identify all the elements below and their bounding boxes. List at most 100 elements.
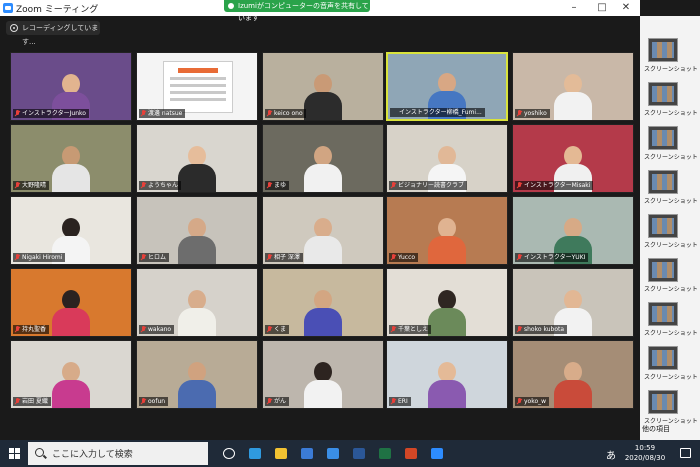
mic-muted-icon <box>267 182 272 189</box>
share-banner[interactable]: Izumiがコンピューターの音声を共有しています <box>224 0 370 22</box>
participant-name-text: ERI <box>398 398 408 405</box>
explorer-glyph <box>275 448 287 459</box>
edge-icon[interactable] <box>244 444 266 463</box>
participant-name-text: がん <box>274 398 287 405</box>
participant-tile[interactable]: yoshiko <box>512 52 634 121</box>
participant-name: oofun <box>139 397 169 406</box>
participant-tile[interactable]: がん <box>262 340 384 409</box>
participant-tile[interactable]: Nigaki Hiromi <box>10 196 132 265</box>
participant-figure <box>304 146 342 192</box>
participant-tile[interactable]: 大野隆晴 <box>10 124 132 193</box>
desktop-file-label: スクリーンショット <box>644 154 698 161</box>
participant-tile[interactable]: ようちゃん <box>136 124 258 193</box>
participant-figure <box>304 362 342 408</box>
mail-icon[interactable] <box>322 444 344 463</box>
participant-tile[interactable]: まゆ <box>262 124 384 193</box>
taskbar-search[interactable]: ここに入力して検索 <box>28 442 208 465</box>
word-icon[interactable] <box>348 444 370 463</box>
mic-muted-icon <box>15 398 20 405</box>
participant-name-text: oofun <box>148 398 166 405</box>
clock[interactable]: 10:59 2020/08/30 <box>620 443 670 463</box>
participant-name-text: ようちゃん <box>148 182 179 189</box>
participant-figure <box>554 74 592 120</box>
desktop-screenshot-file[interactable]: スクリーンショット <box>642 126 698 166</box>
task-view-icon[interactable] <box>218 444 240 463</box>
desktop-screenshot-file[interactable]: スクリーンショット <box>642 82 698 122</box>
recording-indicator[interactable]: レコーディングしています... <box>6 21 100 46</box>
zoom-icon[interactable] <box>426 444 448 463</box>
powerpoint-icon[interactable] <box>400 444 422 463</box>
clock-date: 2020/08/30 <box>624 454 666 462</box>
participant-tile[interactable]: wakano <box>136 268 258 337</box>
participant-name: yoko_w <box>515 397 550 406</box>
start-button[interactable] <box>0 440 28 467</box>
ime-indicator[interactable]: あ <box>606 447 616 467</box>
participant-name: くま <box>265 325 290 334</box>
participant-tile[interactable]: keico ono <box>262 52 384 121</box>
close-button[interactable]: ✕ <box>612 0 640 16</box>
participant-tile[interactable]: shoko kubota <box>512 268 634 337</box>
participant-tile[interactable]: 相子 深澤 <box>262 196 384 265</box>
desktop-screenshot-file[interactable]: スクリーンショット <box>642 38 698 78</box>
participant-tile[interactable]: インストラクター柳橋_Fumi... <box>386 52 508 121</box>
edge-glyph <box>249 448 261 459</box>
desktop-screenshot-file[interactable]: スクリーンショット <box>642 302 698 342</box>
participant-tile[interactable]: ERI <box>386 340 508 409</box>
image-file-icon <box>648 302 678 326</box>
participant-tile[interactable]: インストラクターYUKI <box>512 196 634 265</box>
desktop-screenshot-file[interactable]: スクリーンショット <box>642 258 698 298</box>
mic-muted-icon <box>141 398 146 405</box>
desktop-screenshot-file[interactable]: スクリーンショット <box>642 170 698 210</box>
store-glyph <box>301 448 313 459</box>
image-file-icon <box>648 170 678 194</box>
word-glyph <box>353 448 365 459</box>
participant-tile[interactable]: くま <box>262 268 384 337</box>
participant-figure <box>52 290 90 336</box>
image-file-icon <box>648 390 678 414</box>
powerpoint-glyph <box>405 448 417 459</box>
mic-muted-icon <box>391 254 396 261</box>
mic-muted-icon <box>141 182 146 189</box>
participant-name-text: Nigaki Hiromi <box>22 254 63 261</box>
participant-figure <box>554 362 592 408</box>
explorer-icon[interactable] <box>270 444 292 463</box>
participant-tile[interactable]: 岩田 夏織 <box>10 340 132 409</box>
participant-tile[interactable]: 持丸聖香 <box>10 268 132 337</box>
desktop-more-items[interactable]: 他の項目 <box>642 424 670 434</box>
image-file-icon <box>648 214 678 238</box>
participant-name: ERI <box>389 397 411 406</box>
desktop-file-label: スクリーンショット <box>644 66 698 73</box>
desktop-file-label: スクリーンショット <box>644 110 698 117</box>
mic-muted-icon <box>391 182 396 189</box>
participant-name: インストラクター柳橋_Fumi... <box>390 108 485 117</box>
mic-muted-icon <box>141 254 146 261</box>
participant-name-text: wakano <box>148 326 172 333</box>
participant-tile[interactable]: ヒロム <box>136 196 258 265</box>
zoom-app-icon <box>3 3 13 13</box>
participant-figure <box>52 146 90 192</box>
desktop-screenshot-file[interactable]: スクリーンショット <box>642 346 698 386</box>
participant-name-text: 千葉としえ <box>398 326 429 333</box>
mic-muted-icon <box>517 254 522 261</box>
desktop-screenshot-file[interactable]: スクリーンショット <box>642 214 698 254</box>
participant-tile[interactable]: 千葉としえ <box>386 268 508 337</box>
minimize-button[interactable]: – <box>560 0 588 16</box>
participant-tile[interactable]: Yucco <box>386 196 508 265</box>
participant-tile[interactable]: oofun <box>136 340 258 409</box>
participant-figure <box>428 362 466 408</box>
participant-name-text: インストラクターJunko <box>22 110 86 117</box>
participant-tile[interactable]: ビジョナリー読書クラブ <box>386 124 508 193</box>
participant-figure <box>178 218 216 264</box>
participant-figure <box>304 74 342 120</box>
store-icon[interactable] <box>296 444 318 463</box>
participant-tile[interactable]: 渡邊 natsue <box>136 52 258 121</box>
participant-tile[interactable]: インストラクターJunko <box>10 52 132 121</box>
mail-glyph <box>327 448 339 459</box>
participant-name-text: yoshiko <box>524 110 547 117</box>
participant-tile[interactable]: yoko_w <box>512 340 634 409</box>
participant-tile[interactable]: インストラクターMisaki <box>512 124 634 193</box>
mic-muted-icon <box>15 110 20 117</box>
desktop-file-label: スクリーンショット <box>644 198 698 205</box>
excel-icon[interactable] <box>374 444 396 463</box>
notification-icon[interactable] <box>680 448 691 458</box>
